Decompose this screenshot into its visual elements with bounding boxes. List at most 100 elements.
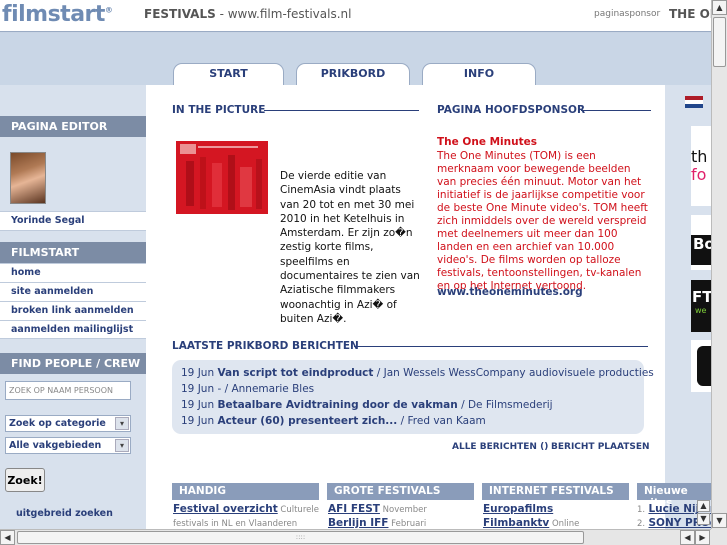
banner-text: th	[691, 147, 708, 166]
search-button[interactable]: Zoek!	[5, 468, 45, 492]
horizontal-scrollbar[interactable]: ◀ :::: ◀ ▶	[0, 529, 711, 545]
scroll-right-icon[interactable]: ▶	[695, 530, 710, 545]
new-sites-heading: Nieuwe sites	[637, 483, 711, 509]
board-author: / Fred van Kaam	[397, 415, 486, 427]
list-item-sub: Februari	[388, 519, 427, 529]
list-item: AFI FEST November	[328, 503, 427, 515]
person-search-input[interactable]: ZOEK OP NAAM PERSOON	[5, 381, 131, 400]
board-row[interactable]: 19 Jun Van script tot eindproduct / Jan …	[181, 365, 654, 381]
internet-festivals-heading: INTERNET FESTIVALS	[482, 483, 629, 500]
list-number: 1.	[637, 505, 646, 515]
scroll-down-icon[interactable]: ▼	[712, 513, 727, 528]
board-row[interactable]: 19 Jun Betaalbare Avidtraining door de v…	[181, 397, 644, 413]
field-select-value: Alle vakgebieden	[9, 440, 102, 451]
banner-text: Bo	[691, 235, 711, 265]
sponsor-link[interactable]: www.theoneminutes.org	[437, 286, 583, 298]
scrollbar-corner	[711, 529, 727, 545]
sidebar-item-site-aanmelden[interactable]: site aanmelden	[0, 282, 146, 301]
scroll-up-icon[interactable]: ▲	[712, 0, 727, 15]
advanced-search-link[interactable]: uitgebreid zoeken	[16, 508, 113, 519]
editor-heading: PAGINA EDITOR	[0, 116, 146, 137]
tab-info[interactable]: INFO	[422, 63, 536, 85]
ad-banner[interactable]	[691, 340, 711, 392]
board-author: / De Filmsmederij	[457, 399, 553, 411]
filmstart-heading: FILMSTART	[0, 242, 146, 263]
grote-festivals-heading: GROTE FESTIVALS	[327, 483, 474, 500]
banner-text: FT	[692, 288, 711, 306]
ad-figure	[697, 346, 711, 386]
category-select[interactable]: Zoek op categorie ▾	[5, 415, 131, 432]
board-date: 19 Jun	[181, 399, 215, 411]
banner-text: fo	[691, 165, 707, 184]
board-list: 19 Jun Van script tot eindproduct / Jan …	[172, 360, 654, 434]
board-author: - / Annemarie Bles	[214, 383, 315, 395]
scroll-left-icon[interactable]: ◀	[0, 530, 15, 545]
vertical-scroll-thumb[interactable]	[713, 17, 726, 67]
festival-link[interactable]: AFI FEST	[328, 503, 380, 515]
find-people-heading: FIND PEOPLE / CREW	[0, 353, 146, 374]
site-url: - www.film-festivals.nl	[215, 7, 352, 21]
in-picture-text: De vierde editie van CinemAsia vindt pla…	[280, 170, 420, 325]
scroll-down-icon[interactable]: ▼	[697, 513, 710, 525]
logo-mark: ®	[104, 5, 113, 15]
chevron-down-icon: ▾	[115, 439, 129, 452]
banner-text: we	[695, 306, 707, 315]
cinemasia-poster-graphic	[176, 141, 268, 214]
all-messages-link[interactable]: ALLE BERICHTEN ()	[452, 442, 548, 452]
list-item-sub: Online	[549, 519, 580, 529]
site-title: FESTIVALS - www.film-festivals.nl	[144, 7, 351, 21]
logo-text: filmstart	[2, 2, 105, 27]
list-number: 2.	[637, 519, 646, 529]
board-date: 19 Jun	[181, 415, 215, 427]
board-title[interactable]: Van script tot eindproduct	[217, 367, 373, 379]
flag-nl-icon[interactable]	[685, 96, 703, 108]
sidebar-item-mailinglijst[interactable]: aanmelden mailinglijst	[0, 320, 146, 339]
board-date: 19 Jun	[181, 383, 215, 395]
list-item: Europafilms	[483, 503, 553, 515]
sponsor-title: The One Minutes	[437, 136, 537, 148]
post-message-link[interactable]: BERICHT PLAATSEN	[551, 442, 650, 452]
editor-avatar	[10, 152, 46, 204]
list-item-sub: November	[379, 505, 427, 515]
list-item-sub: Culturele	[277, 505, 319, 515]
field-select[interactable]: Alle vakgebieden ▾	[5, 437, 131, 454]
board-row[interactable]: 19 Jun Acteur (60) presenteert zich... /…	[181, 413, 644, 429]
festival-link[interactable]: Berlijn IFF	[328, 517, 388, 529]
filmstart-logo[interactable]: filmstart®	[2, 2, 113, 27]
sidebar-item-broken-link[interactable]: broken link aanmelden	[0, 301, 146, 320]
board-heading: LAATSTE PRIKBORD BERICHTEN	[172, 340, 359, 352]
tab-start[interactable]: START	[173, 63, 284, 85]
board-date: 19 Jun	[181, 367, 215, 379]
in-picture-heading: IN THE PICTURE	[172, 104, 266, 116]
ad-banner[interactable]: FT we	[691, 280, 711, 332]
list-item: Festival overzicht Culturele	[173, 503, 319, 515]
board-title[interactable]: Betaalbare Avidtraining door de vakman	[217, 399, 457, 411]
board-title[interactable]: Acteur (60) presenteert zich...	[217, 415, 397, 427]
editor-name[interactable]: Yorinde Segal	[0, 211, 146, 231]
vertical-scrollbar[interactable]: ▲ ▼	[711, 0, 727, 529]
festival-link[interactable]: Filmbanktv	[483, 517, 549, 529]
sponsor-label: paginasponsor	[594, 9, 661, 19]
cinemasia-image[interactable]	[176, 141, 268, 214]
scroll-left-icon[interactable]: ◀	[680, 530, 695, 545]
horizontal-scroll-thumb[interactable]: ::::	[17, 531, 584, 544]
divider	[581, 110, 651, 111]
chevron-down-icon: ▾	[115, 417, 129, 430]
banner-text: proje	[693, 265, 709, 270]
top-bar: filmstart® FESTIVALS - www.film-festival…	[0, 0, 727, 32]
list-item: Filmbanktv Online	[483, 517, 579, 529]
handig-heading: HANDIG	[172, 483, 319, 500]
tab-prikbord[interactable]: PRIKBORD	[296, 63, 410, 85]
list-item: festivals in NL en Vlaanderen	[173, 517, 297, 529]
divider	[354, 346, 648, 347]
festival-link[interactable]: Europafilms	[483, 503, 553, 515]
board-row[interactable]: 19 Jun - / Annemarie Bles	[181, 381, 644, 397]
sponsor-banner[interactable]: th fo	[691, 126, 711, 206]
list-item-sub: festivals in NL en Vlaanderen	[173, 519, 298, 529]
board-author: / Jan Wessels WessCompany audiovisuele p…	[373, 367, 654, 379]
scroll-up-icon[interactable]: ▲	[697, 500, 710, 512]
ad-banner[interactable]: Bo proje	[691, 215, 711, 270]
sidebar-item-home[interactable]: home	[0, 263, 146, 282]
divider	[264, 110, 419, 111]
festival-overview-link[interactable]: Festival overzicht	[173, 503, 278, 515]
